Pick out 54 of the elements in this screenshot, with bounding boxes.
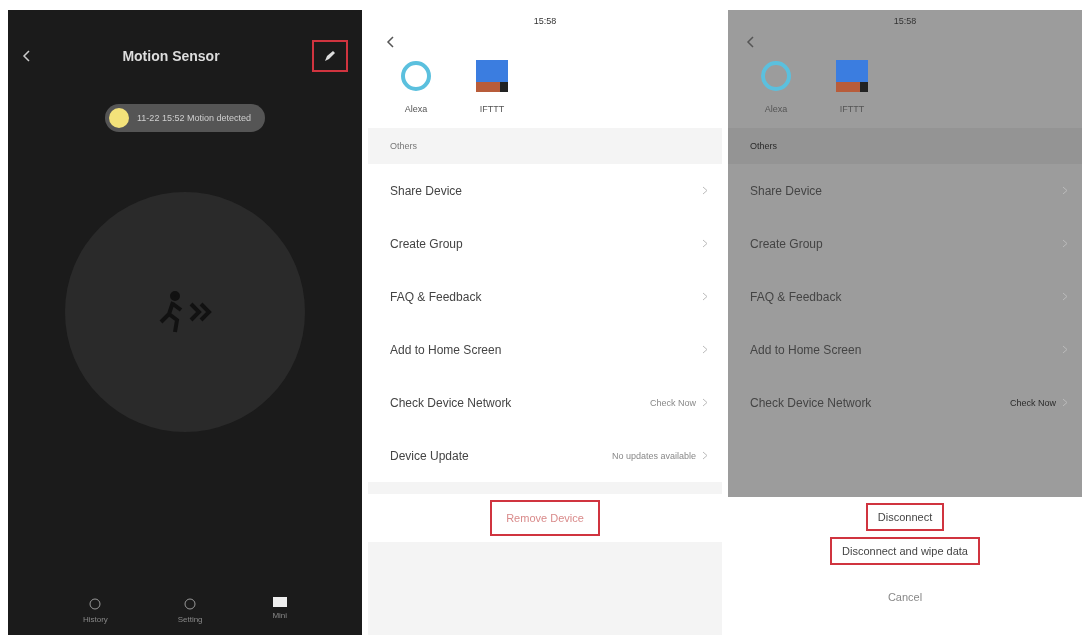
menu-item[interactable]: Create Group [368, 217, 722, 270]
remove-device-button[interactable]: Remove Device [490, 500, 600, 536]
sun-icon [109, 108, 130, 128]
chevron-right-icon [1062, 186, 1068, 195]
tab-button[interactable]: Mini [266, 596, 294, 625]
chevron-right-icon [702, 239, 708, 248]
menu-item[interactable]: Create Group [728, 217, 1082, 270]
section-title: Others [750, 141, 777, 151]
menu-item[interactable]: Share Device [728, 164, 1082, 217]
app-icon [836, 60, 868, 92]
integration-button[interactable]: IFTTT [836, 60, 868, 114]
pencil-icon [323, 49, 337, 63]
tab-button[interactable]: Setting [171, 596, 209, 625]
menu-item[interactable]: Share Device [368, 164, 722, 217]
circle-icon [89, 597, 102, 611]
menu-item[interactable]: Check Device Network Check Now [368, 376, 722, 429]
integration-button[interactable]: Alexa [760, 60, 792, 114]
chevron-right-icon [702, 397, 708, 407]
chevron-right-icon [702, 450, 708, 460]
ring-icon [400, 60, 432, 92]
chevron-right-icon [702, 292, 708, 301]
menu-item[interactable]: Check Device Network Check Now [728, 376, 1082, 429]
item-value: No updates available [611, 450, 696, 461]
back-icon[interactable] [22, 50, 30, 62]
status-pill: 11-22 15:52 Motion detected [105, 104, 265, 132]
app-icon [476, 60, 508, 92]
status-time: 15:58 [533, 16, 557, 26]
chevron-right-icon [1062, 239, 1068, 248]
item-value: Check Now [650, 397, 696, 408]
chevron-right-icon [702, 345, 708, 354]
square-icon [272, 597, 287, 607]
screen-title: Motion Sensor [122, 48, 220, 64]
tab-button[interactable]: History [76, 596, 114, 625]
action-button[interactable]: Disconnect and wipe data [830, 537, 980, 565]
back-icon [386, 35, 394, 48]
status-time: 15:58 [893, 16, 917, 26]
menu-item[interactable]: Add to Home Screen [368, 323, 722, 376]
menu-item[interactable]: Add to Home Screen [728, 323, 1082, 376]
circle-icon [184, 597, 197, 611]
chevron-right-icon [702, 186, 708, 195]
menu-item[interactable]: Device Update No updates available [368, 429, 722, 482]
chevron-right-icon [1062, 292, 1068, 301]
chevron-right-icon [1062, 397, 1068, 407]
menu-item[interactable]: FAQ & Feedback [728, 270, 1082, 323]
integration-button[interactable]: IFTTT [476, 60, 508, 114]
edit-button[interactable] [312, 40, 348, 72]
menu-item[interactable]: FAQ & Feedback [368, 270, 722, 323]
integration-button[interactable]: Alexa [400, 60, 432, 114]
chevron-right-icon [1062, 345, 1068, 354]
section-title: Others [390, 141, 417, 151]
action-button[interactable]: Disconnect [865, 503, 945, 531]
item-value: Check Now [1010, 397, 1056, 408]
ring-icon [760, 60, 792, 92]
back-icon [746, 35, 754, 48]
